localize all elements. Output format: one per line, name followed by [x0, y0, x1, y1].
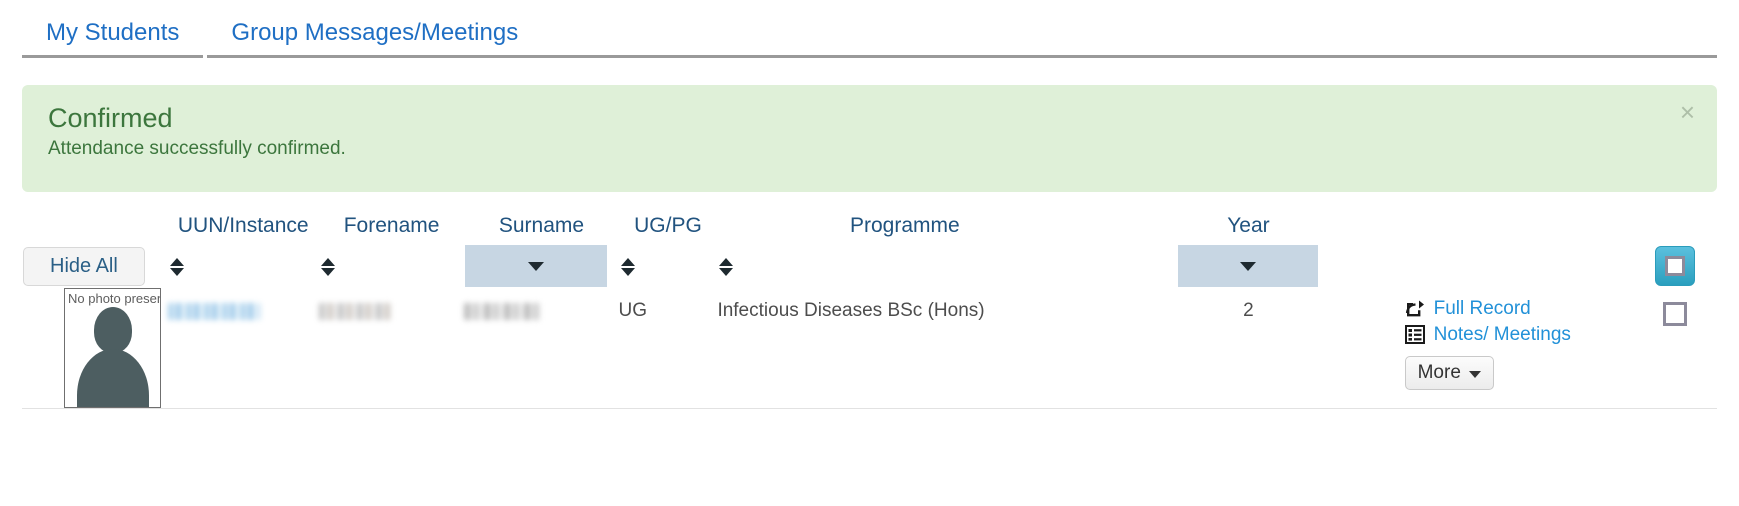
row-select-checkbox[interactable]: [1663, 302, 1688, 326]
header-label-row: UUN/Instance Forename Surname UG/PG Prog…: [22, 214, 1717, 244]
tab-bar-filler: [542, 54, 1717, 58]
select-all-button[interactable]: [1655, 246, 1696, 286]
checkbox-square-icon: [1665, 256, 1686, 276]
surname-value-redacted: [464, 303, 541, 320]
sort-forename-cell: [319, 244, 465, 288]
sort-arrows-icon[interactable]: [320, 258, 336, 276]
hide-all-cell: Hide All: [22, 244, 168, 288]
cell-surname: [464, 288, 619, 409]
cell-photo: No photo present: [22, 288, 168, 409]
student-photo-placeholder: No photo present: [64, 288, 161, 408]
header-photo: [22, 214, 168, 244]
external-link-icon: [1405, 299, 1427, 319]
header-filter-row: Hide All: [22, 244, 1717, 288]
close-icon[interactable]: ×: [1680, 99, 1695, 125]
sort-programme-cell: [717, 244, 1092, 288]
tab-group-messages-meetings[interactable]: Group Messages/Meetings: [207, 21, 543, 58]
select-all-cell: [1634, 244, 1717, 288]
alert-message: Attendance successfully confirmed.: [48, 138, 346, 160]
header-forename: Forename: [319, 214, 465, 244]
students-table-container: UUN/Instance Forename Surname UG/PG Prog…: [0, 214, 1739, 409]
cell-forename: [318, 288, 465, 409]
header-year: Year: [1092, 214, 1404, 244]
surname-filter-dropdown[interactable]: [465, 245, 608, 287]
students-table: UUN/Instance Forename Surname UG/PG Prog…: [22, 214, 1717, 409]
chevron-down-icon: [1468, 370, 1481, 378]
table-head: UUN/Instance Forename Surname UG/PG Prog…: [22, 214, 1717, 288]
sort-arrows-icon[interactable]: [620, 258, 636, 276]
notes-list-icon: [1404, 325, 1427, 345]
sort-uun-instance-cell: [168, 244, 319, 288]
tab-bar: My Students Group Messages/Meetings: [0, 0, 1739, 58]
tab-my-students[interactable]: My Students: [22, 21, 204, 58]
filter-year-cell: [1092, 244, 1404, 288]
header-ug-pg: UG/PG: [619, 214, 718, 244]
header-year-label: Year: [1227, 214, 1270, 237]
confirmation-alert: Confirmed Attendance successfully confir…: [22, 85, 1717, 192]
full-record-link[interactable]: Full Record: [1405, 298, 1634, 320]
header-actions: [1405, 214, 1634, 244]
table-row: No photo present UG Infectious Diseases …: [22, 288, 1717, 409]
year-filter-dropdown[interactable]: [1178, 245, 1319, 287]
filter-surname-cell: [464, 244, 618, 288]
programme-value: Infectious Diseases BSc (Hons): [717, 300, 985, 321]
table-body: No photo present UG Infectious Diseases …: [22, 288, 1717, 409]
cell-year: 2: [1092, 288, 1405, 409]
cell-select: [1633, 288, 1717, 409]
row-actions: Full Record Notes/ Meetings More: [1404, 288, 1634, 390]
notes-meetings-link[interactable]: Notes/ Meetings: [1404, 324, 1634, 346]
year-value: 2: [1243, 300, 1254, 321]
ug-pg-value: UG: [618, 300, 648, 321]
more-button-label: More: [1417, 362, 1461, 383]
header-programme-label: Programme: [849, 214, 960, 237]
avatar: [65, 307, 160, 407]
sort-arrows-icon[interactable]: [718, 258, 734, 276]
actions-filter-cell: [1405, 244, 1634, 288]
header-surname: Surname: [464, 214, 618, 244]
chevron-down-icon: [528, 262, 545, 271]
full-record-label: Full Record: [1433, 298, 1531, 319]
sort-ug-pg-cell: [619, 244, 718, 288]
uun-instance-value-redacted: [167, 303, 260, 320]
header-select: [1634, 214, 1717, 244]
header-surname-label: Surname: [498, 214, 585, 237]
sort-arrows-icon[interactable]: [169, 258, 185, 276]
header-uun-instance-label: UUN/Instance: [177, 214, 309, 237]
notes-meetings-label: Notes/ Meetings: [1433, 324, 1571, 345]
photo-caption: No photo present: [68, 291, 161, 306]
header-ug-pg-label: UG/PG: [634, 214, 702, 237]
cell-actions: Full Record Notes/ Meetings More: [1404, 288, 1634, 409]
header-forename-label: Forename: [343, 214, 440, 237]
more-button[interactable]: More: [1404, 356, 1494, 390]
header-programme: Programme: [717, 214, 1092, 244]
cell-programme: Infectious Diseases BSc (Hons): [717, 288, 1093, 409]
header-uun-instance: UUN/Instance: [168, 214, 319, 244]
cell-ug-pg: UG: [618, 288, 718, 409]
forename-value-redacted: [318, 303, 391, 320]
hide-all-button[interactable]: Hide All: [23, 246, 145, 286]
alert-title: Confirmed: [48, 103, 173, 133]
cell-uun-instance: [167, 288, 319, 409]
chevron-down-icon: [1240, 262, 1257, 271]
